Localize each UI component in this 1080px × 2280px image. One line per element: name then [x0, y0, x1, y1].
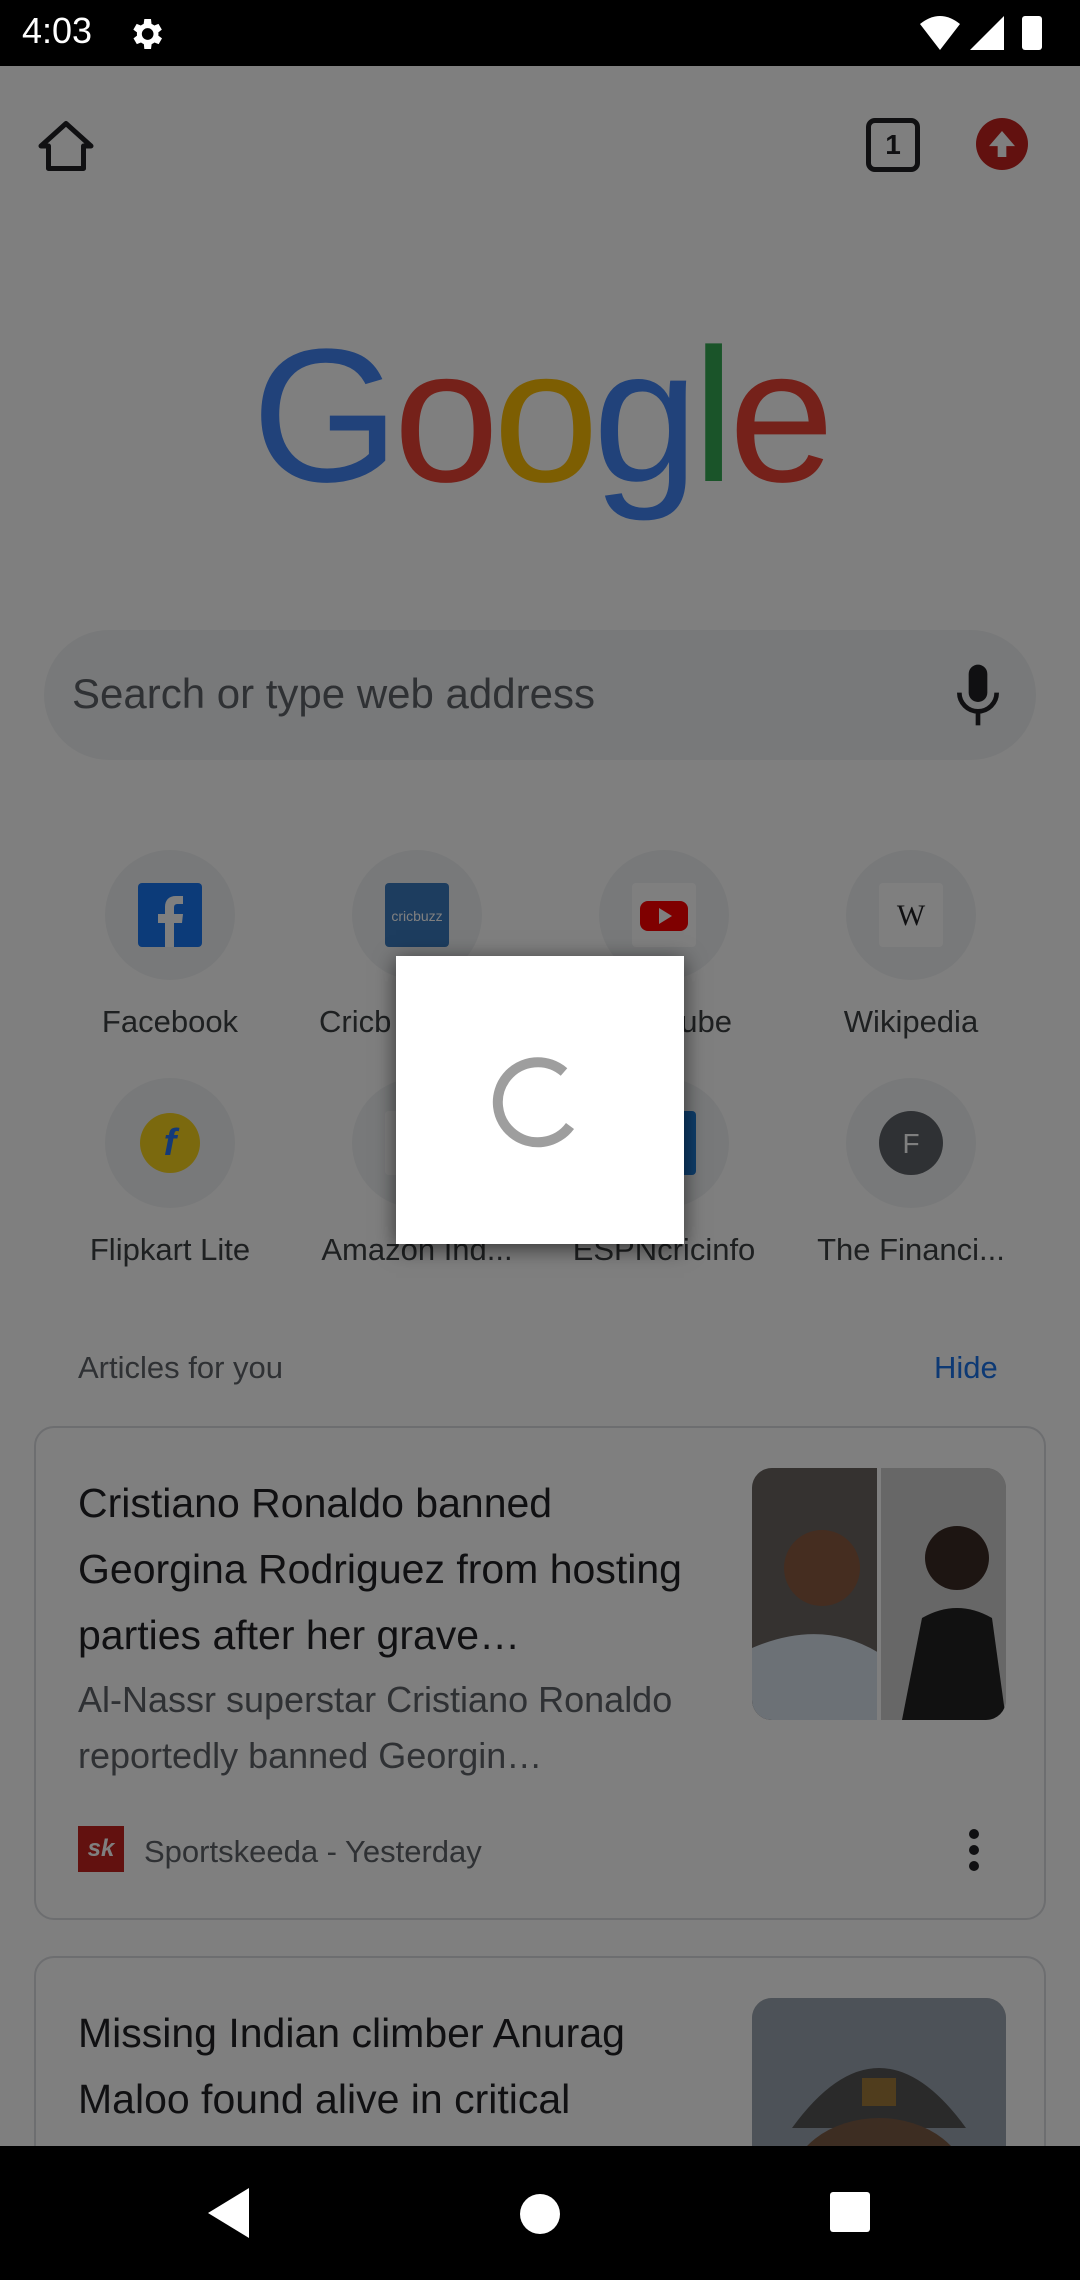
- system-navigation-bar: [0, 2146, 1080, 2280]
- status-icons: [920, 16, 1042, 50]
- status-time: 4:03: [22, 10, 93, 51]
- back-icon[interactable]: [204, 2186, 254, 2240]
- browser-new-tab-page: 1 Google Search or type web address Face…: [0, 66, 1080, 2146]
- status-bar: 4:03: [0, 0, 1080, 66]
- loading-spinner-icon: [492, 1057, 575, 1148]
- settings-gear-icon: [133, 19, 162, 49]
- home-nav-icon[interactable]: [520, 2194, 560, 2234]
- loading-dialog: [396, 956, 684, 1244]
- wifi-icon: [920, 16, 960, 50]
- battery-icon: [1022, 16, 1042, 50]
- recents-icon[interactable]: [830, 2192, 870, 2232]
- signal-icon: [970, 16, 1004, 50]
